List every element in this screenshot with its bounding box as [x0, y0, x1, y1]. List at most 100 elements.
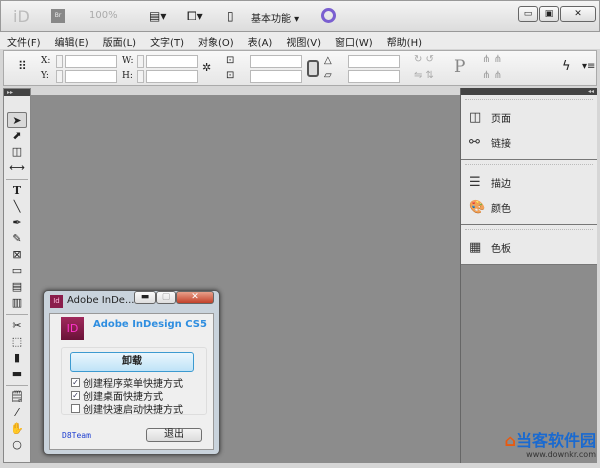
page-tool-icon[interactable]: ◫ [4, 144, 30, 160]
panel-label: 颜色 [491, 204, 511, 215]
swatches-icon: ▦ [469, 240, 482, 255]
shear-input[interactable] [348, 70, 400, 83]
line-tool-icon[interactable]: ╲ [4, 199, 30, 215]
direct-selection-tool-icon[interactable]: ⬈ [4, 128, 30, 144]
align-icons[interactable]: ⋔ ⋔ [482, 54, 502, 65]
gradient-swatch-tool-icon[interactable]: ▮ [4, 350, 30, 366]
gradient-feather-tool-icon[interactable]: ▬ [4, 366, 30, 382]
x-label: X: [41, 56, 51, 66]
zoom-tool-icon[interactable]: ○ [4, 437, 30, 453]
dialog-app-icon: Id [50, 295, 63, 308]
scale-y-icon: ⊡ [226, 70, 235, 81]
rotate-icon: △ [324, 55, 332, 66]
menu-type[interactable]: 文字(T) [143, 32, 191, 49]
note-tool-icon[interactable]: 🗒 [4, 389, 30, 405]
panel-color[interactable]: 🎨 颜色 [461, 195, 597, 220]
dialog-maximize-button[interactable]: ▢ [156, 291, 176, 304]
eyedropper-tool-icon[interactable]: ⁄ [4, 405, 30, 421]
panel-label: 描边 [491, 179, 511, 190]
x-input[interactable] [65, 55, 117, 68]
maximize-button[interactable]: ▣ [539, 6, 559, 22]
rectangle-frame-tool-icon[interactable]: ⊠ [4, 247, 30, 263]
rotation-input[interactable] [348, 55, 400, 68]
panel-stroke[interactable]: ☰ 描边 [461, 170, 597, 195]
constrain-proportions-icon[interactable] [307, 60, 319, 77]
indesign-product-logo: ID [61, 317, 84, 340]
h-spinner[interactable] [137, 70, 144, 83]
w-input[interactable] [146, 55, 198, 68]
reference-point-icon[interactable]: ⠿ [18, 59, 27, 73]
shear-icon: ▱ [324, 70, 332, 81]
menu-window[interactable]: 窗口(W) [328, 32, 380, 49]
quick-apply-icon[interactable]: ϟ [562, 59, 571, 74]
dialog-body: ID Adobe InDesign CS5 卸载 ✓ 创建程序菜单快捷方式 ✓ 创建… [49, 313, 214, 450]
menu-help[interactable]: 帮助(H) [380, 32, 429, 49]
panel-group: ◫ 页面 ⚯ 链接 [461, 95, 597, 160]
pencil-tool-icon[interactable]: ✎ [4, 231, 30, 247]
scissors-tool-icon[interactable]: ✂ [4, 318, 30, 334]
team-label: D8Team [62, 431, 91, 440]
distribute-icons[interactable]: ⋔ ⋔ [482, 70, 502, 81]
flip-icon[interactable]: ⇋ ⇅ [414, 70, 434, 81]
uninstall-button[interactable]: 卸载 [70, 352, 194, 372]
arrange-documents-icon[interactable]: ▯ [227, 9, 234, 23]
w-spinner[interactable] [137, 55, 144, 68]
tools-panel: ▸▸ ➤ ⬈ ◫ ⟷ T ╲ ✒ ✎ ⊠ ▭ ▤ ▥ ✂ ⬚ ▮ ▬ 🗒 ⁄ ✋… [3, 88, 31, 463]
y-label: Y: [41, 71, 49, 81]
collapse-panels-icon[interactable]: ◂◂ [461, 88, 597, 95]
right-panel-dock: ◂◂ ◫ 页面 ⚯ 链接 ☰ 描边 🎨 颜色 ▦ 色板 [460, 88, 597, 463]
collapse-tools-icon[interactable]: ▸▸ [4, 89, 30, 96]
selection-tool-icon[interactable]: ➤ [7, 112, 27, 128]
dialog-close-button[interactable]: ✕ [176, 291, 214, 304]
free-transform-tool-icon[interactable]: ⬚ [4, 334, 30, 350]
menu-layout[interactable]: 版面(L) [96, 32, 143, 49]
scale-y-input[interactable] [250, 70, 302, 83]
cs-live-icon[interactable] [321, 8, 336, 23]
pen-tool-icon[interactable]: ✒ [4, 215, 30, 231]
menu-view[interactable]: 视图(V) [279, 32, 328, 49]
panel-label: 页面 [491, 114, 511, 125]
menu-edit[interactable]: 编辑(E) [48, 32, 96, 49]
menu-file[interactable]: 文件(F) [0, 32, 48, 49]
x-spinner[interactable] [56, 55, 63, 68]
menu-object[interactable]: 对象(O) [191, 32, 241, 49]
exit-button[interactable]: 退出 [146, 428, 202, 442]
panel-menu-icon[interactable]: ▾≡ [582, 61, 595, 72]
panel-links[interactable]: ⚯ 链接 [461, 130, 597, 155]
y-input[interactable] [65, 70, 117, 83]
view-options-icon[interactable]: ▤▾ [149, 9, 166, 23]
menu-bar: 文件(F) 编辑(E) 版面(L) 文字(T) 对象(O) 表(A) 视图(V)… [0, 32, 600, 49]
dialog-minimize-button[interactable]: ▬ [134, 291, 156, 304]
hand-tool-icon[interactable]: ✋ [4, 421, 30, 437]
horizontal-grid-tool-icon[interactable]: ▤ [4, 279, 30, 295]
type-tool-icon[interactable]: T [4, 183, 30, 199]
content-icon[interactable]: ✲ [202, 61, 211, 74]
scale-x-icon: ⊡ [226, 55, 235, 66]
create-quick-launch-shortcut-checkbox[interactable]: 创建快速启动快捷方式 [71, 402, 183, 416]
dialog-title: Adobe InDe... [67, 295, 135, 306]
panel-pages[interactable]: ◫ 页面 [461, 105, 597, 130]
zoom-level-dropdown[interactable]: 100% [89, 10, 118, 21]
vertical-grid-tool-icon[interactable]: ▥ [4, 295, 30, 311]
h-input[interactable] [146, 70, 198, 83]
rectangle-tool-icon[interactable]: ▭ [4, 263, 30, 279]
gap-tool-icon[interactable]: ⟷ [4, 160, 30, 176]
y-spinner[interactable] [56, 70, 63, 83]
flip-indicator-icon: P [454, 57, 466, 77]
product-name: Adobe InDesign CS5 [93, 319, 207, 330]
watermark-logo: ⌂当客软件园 www.downkr.com [504, 431, 596, 460]
panel-swatches[interactable]: ▦ 色板 [461, 235, 597, 260]
workspace-dropdown[interactable]: 基本功能 ▾ [251, 10, 299, 25]
close-button[interactable]: ✕ [560, 6, 596, 22]
menu-table[interactable]: 表(A) [241, 32, 280, 49]
rotate-clockwise-icon[interactable]: ↻ ↺ [414, 54, 434, 65]
workspace-label: 基本功能 [251, 14, 291, 25]
uninstaller-dialog: Id Adobe InDe... ▬ ▢ ✕ ID Adobe InDesign… [43, 290, 220, 455]
links-icon: ⚯ [469, 135, 480, 150]
screen-mode-icon[interactable]: ⧠▾ [187, 9, 203, 24]
color-icon: 🎨 [469, 200, 486, 215]
minimize-button[interactable]: ▭ [518, 6, 538, 22]
panel-label: 链接 [491, 139, 511, 150]
scale-x-input[interactable] [250, 55, 302, 68]
bridge-button[interactable]: Br [51, 9, 65, 23]
